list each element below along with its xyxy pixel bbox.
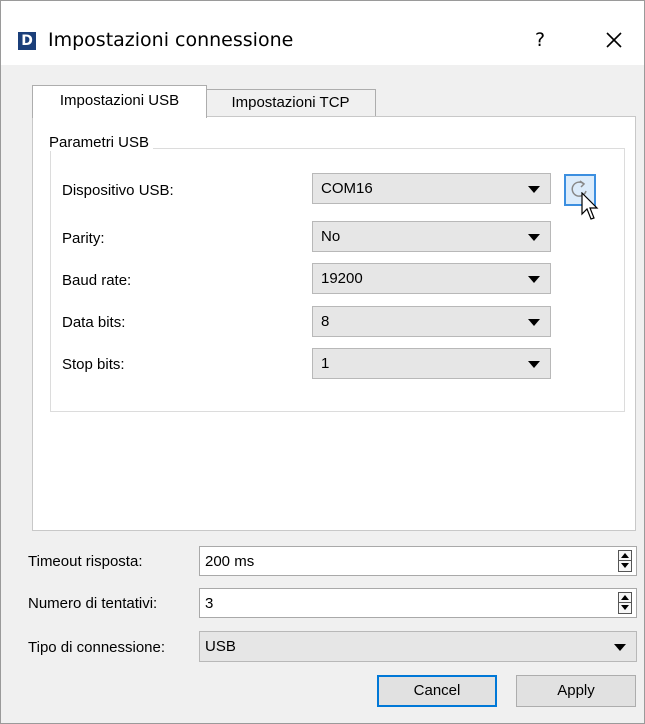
mouse-cursor-icon (581, 192, 599, 220)
close-icon (606, 32, 622, 48)
chevron-down-icon (528, 276, 540, 283)
baud-rate-label: Baud rate: (62, 272, 132, 289)
cancel-button[interactable]: Cancel (377, 675, 497, 707)
tab-usb-settings[interactable]: Impostazioni USB (32, 85, 207, 118)
stop-bits-select[interactable]: 1 (312, 348, 551, 379)
connection-type-label: Tipo di connessione: (28, 639, 166, 656)
down-arrow-icon (621, 563, 629, 568)
parity-value: No (321, 228, 341, 245)
usb-device-label: Dispositivo USB: (62, 182, 174, 199)
baud-rate-select[interactable]: 19200 (312, 263, 551, 294)
window-title: Impostazioni connessione (48, 29, 294, 51)
data-bits-value: 8 (321, 313, 330, 330)
help-button[interactable]: ? (525, 23, 555, 57)
close-button[interactable] (597, 23, 631, 57)
retries-spinbox[interactable]: 3 (199, 588, 637, 618)
chevron-down-icon (614, 644, 626, 651)
tab-tcp-settings[interactable]: Impostazioni TCP (205, 89, 376, 118)
parity-select[interactable]: No (312, 221, 551, 252)
stop-bits-value: 1 (321, 355, 330, 372)
apply-button[interactable]: Apply (516, 675, 636, 707)
timeout-label: Timeout risposta: (28, 553, 143, 570)
retries-stepper[interactable] (618, 592, 632, 614)
baud-rate-value: 19200 (321, 270, 363, 287)
timeout-stepper[interactable] (618, 550, 632, 572)
data-bits-select[interactable]: 8 (312, 306, 551, 337)
chevron-down-icon (528, 361, 540, 368)
usb-device-value: COM16 (321, 180, 373, 197)
usb-device-select[interactable]: COM16 (312, 173, 551, 204)
timeout-spinbox[interactable]: 200 ms (199, 546, 637, 576)
chevron-down-icon (528, 319, 540, 326)
up-arrow-icon (621, 595, 629, 600)
chevron-down-icon (528, 186, 540, 193)
parity-label: Parity: (62, 230, 105, 247)
timeout-value: 200 ms (205, 553, 255, 570)
stop-bits-label: Stop bits: (62, 356, 125, 373)
title-bar[interactable]: D Impostazioni connessione ? (1, 1, 644, 65)
connection-settings-dialog: D Impostazioni connessione ? Impostazion… (0, 0, 645, 724)
connection-type-value: USB (205, 638, 236, 655)
connection-type-select[interactable]: USB (199, 631, 637, 662)
data-bits-label: Data bits: (62, 314, 126, 331)
retries-value: 3 (205, 595, 214, 612)
app-logo-icon: D (18, 32, 36, 50)
up-arrow-icon (621, 553, 629, 558)
down-arrow-icon (621, 605, 629, 610)
usb-group-title: Parametri USB (45, 134, 154, 151)
retries-label: Numero di tentativi: (28, 595, 158, 612)
chevron-down-icon (528, 234, 540, 241)
